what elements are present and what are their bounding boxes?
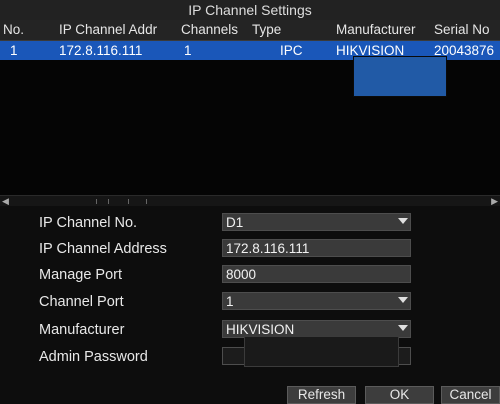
channel-port-label: Channel Port — [39, 294, 124, 310]
ip-channel-settings-dialog: IP Channel Settings No. IP Channel Addr … — [0, 0, 500, 404]
form-row-channel-address: IP Channel Address 172.8.116.111 — [0, 237, 500, 261]
channel-address-input[interactable]: 172.8.116.111 — [222, 239, 411, 257]
manage-port-label: Manage Port — [39, 267, 123, 283]
row-channels: 1 — [184, 43, 192, 58]
column-header-ip-address[interactable]: IP Channel Addr — [59, 20, 180, 40]
manage-port-value: 8000 — [226, 267, 257, 282]
form-row-channel-no: IP Channel No. D1 — [0, 211, 500, 235]
column-header-no[interactable]: No. — [3, 20, 41, 40]
chevron-down-icon — [398, 218, 408, 224]
scroll-tick — [108, 199, 109, 204]
list-header: No. IP Channel Addr Channels Type Manufa… — [0, 20, 500, 41]
chevron-down-icon — [398, 325, 408, 331]
channel-address-value: 172.8.116.111 — [226, 241, 310, 256]
admin-password-label: Admin Password — [39, 349, 148, 365]
manufacturer-value: HIKVISION — [226, 322, 295, 337]
scroll-tick — [96, 199, 97, 204]
scroll-left-icon[interactable]: ◀ — [2, 197, 9, 206]
column-header-serial-no[interactable]: Serial No — [434, 20, 500, 40]
scroll-right-icon[interactable]: ▶ — [491, 197, 498, 206]
channel-address-label: IP Channel Address — [39, 241, 167, 257]
scroll-tick — [146, 199, 147, 204]
column-header-channels[interactable]: Channels — [181, 20, 251, 40]
button-bar: Refresh OK Cancel — [0, 386, 500, 404]
row-ip-address: 172.8.116.111 — [59, 43, 143, 58]
column-header-manufacturer[interactable]: Manufacturer — [336, 20, 433, 40]
channel-no-value: D1 — [226, 215, 244, 230]
redaction-box — [353, 56, 447, 97]
manufacturer-label: Manufacturer — [39, 322, 125, 338]
chevron-down-icon — [398, 297, 408, 303]
channel-no-label: IP Channel No. — [39, 215, 138, 231]
row-no: 1 — [10, 43, 18, 58]
column-header-type[interactable]: Type — [252, 20, 334, 40]
redaction-box — [244, 336, 399, 367]
ok-button[interactable]: OK — [365, 386, 434, 404]
manage-port-input[interactable]: 8000 — [222, 265, 411, 283]
dialog-title: IP Channel Settings — [0, 0, 500, 21]
channel-port-value: 1 — [226, 294, 234, 309]
scroll-tick — [128, 199, 129, 204]
ip-channel-list: No. IP Channel Addr Channels Type Manufa… — [0, 20, 500, 206]
form-row-channel-port: Channel Port 1 — [0, 290, 500, 314]
cancel-button[interactable]: Cancel — [441, 386, 500, 404]
form-row-manage-port: Manage Port 8000 — [0, 263, 500, 287]
channel-port-select[interactable]: 1 — [222, 292, 411, 310]
channel-no-select[interactable]: D1 — [222, 213, 411, 231]
refresh-button[interactable]: Refresh — [287, 386, 356, 404]
